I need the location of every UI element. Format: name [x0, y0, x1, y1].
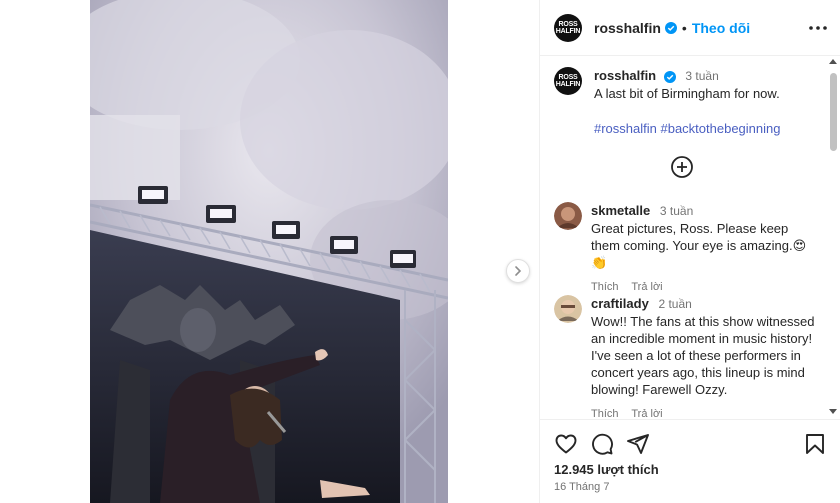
- comment-time: 3 tuần: [659, 204, 694, 218]
- share-icon[interactable]: [626, 432, 650, 456]
- avatar-image: [554, 295, 582, 323]
- author-username[interactable]: rosshalfin: [594, 20, 661, 36]
- comment-icon[interactable]: [590, 432, 614, 456]
- comment-like-button[interactable]: Thích: [591, 408, 619, 417]
- commenter-avatar[interactable]: [554, 202, 582, 230]
- add-circle-icon[interactable]: [670, 155, 694, 179]
- chevron-right-icon: [515, 266, 522, 276]
- caption-author-avatar[interactable]: ROSS HALFIN: [554, 67, 582, 95]
- concert-photo: [90, 0, 448, 503]
- comment-text: Wow!! The fans at this show witnessed an…: [591, 314, 815, 397]
- comments-scroll-area[interactable]: ROSS HALFIN rosshalfin 3 tuần A last bit …: [540, 57, 840, 417]
- caption-text: A last bit of Birmingham for now.: [594, 86, 780, 101]
- caption-hashtags[interactable]: #rosshalfin #backtothebeginning: [594, 121, 780, 136]
- post-date: 16 Tháng 7: [554, 481, 610, 493]
- verified-badge-icon: [664, 21, 677, 34]
- separator-dot: •: [681, 19, 687, 36]
- follow-button[interactable]: Theo dõi: [692, 20, 750, 36]
- comment-reply-button[interactable]: Trả lời: [631, 281, 662, 293]
- likes-count[interactable]: 12.945 lượt thích: [554, 462, 659, 477]
- post-header: ROSS HALFIN rosshalfin • Theo dõi: [540, 0, 840, 56]
- post-caption: ROSS HALFIN rosshalfin 3 tuần A last bit …: [554, 67, 824, 138]
- scrollbar-thumb[interactable]: [830, 73, 837, 151]
- author-avatar[interactable]: ROSS HALFIN: [554, 13, 582, 42]
- comment-text: Great pictures, Ross. Please keep them c…: [591, 221, 807, 270]
- caption-username[interactable]: rosshalfin: [594, 68, 656, 83]
- avatar-logo: ROSS HALFIN: [555, 74, 581, 88]
- post-photo[interactable]: [90, 0, 448, 503]
- avatar-logo: ROSS HALFIN: [555, 20, 581, 35]
- comments-scrollbar[interactable]: [828, 59, 838, 414]
- avatar-image: [554, 202, 582, 230]
- comment-item: craftilady 2 tuần Wow!! The fans at this…: [554, 295, 816, 417]
- comment-reply-button[interactable]: Trả lời: [631, 408, 662, 417]
- post-actions-bar: 12.945 lượt thích 16 Tháng 7: [540, 419, 840, 503]
- commenter-avatar[interactable]: [554, 295, 582, 323]
- post-side-panel: ROSS HALFIN rosshalfin • Theo dõi ROSS HAL…: [539, 0, 840, 503]
- comment-username[interactable]: skmetalle: [591, 203, 650, 218]
- scroll-up-arrow[interactable]: [829, 59, 837, 64]
- more-options-icon[interactable]: [807, 17, 829, 39]
- heart-icon[interactable]: [554, 432, 578, 456]
- verified-badge-icon: [663, 70, 676, 83]
- bookmark-icon[interactable]: [803, 432, 827, 456]
- next-photo-button[interactable]: [506, 259, 530, 283]
- caption-time: 3 tuần: [685, 69, 719, 83]
- comment-time: 2 tuần: [658, 297, 692, 311]
- comment-item: skmetalle 3 tuần Great pictures, Ross. P…: [554, 202, 816, 296]
- scroll-down-arrow[interactable]: [829, 409, 837, 414]
- comment-like-button[interactable]: Thích: [591, 281, 619, 293]
- comment-username[interactable]: craftilady: [591, 296, 649, 311]
